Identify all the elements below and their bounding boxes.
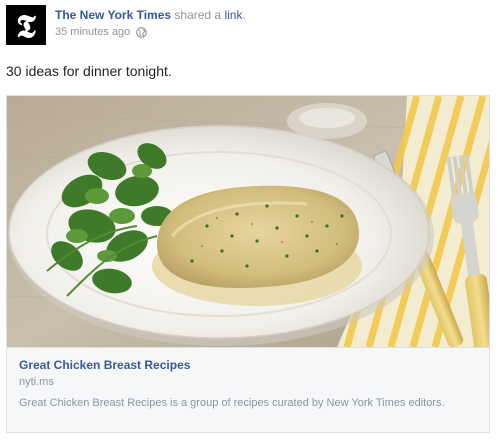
post-status-text: 30 ideas for dinner tonight. bbox=[6, 63, 172, 79]
link-card-title[interactable]: Great Chicken Breast Recipes bbox=[19, 358, 190, 372]
feed-post: 𝕿 The New York Times shared a link. 35 m… bbox=[0, 0, 501, 445]
post-timestamp[interactable]: 35 minutes ago bbox=[55, 26, 130, 38]
nyt-logo: 𝕿 bbox=[16, 7, 36, 45]
link-card-domain: nyti.ms bbox=[19, 376, 54, 388]
header-period: . bbox=[242, 8, 246, 22]
link-preview-card[interactable]: Great Chicken Breast Recipes nyti.ms Gre… bbox=[6, 95, 490, 433]
page-avatar[interactable]: 𝕿 bbox=[6, 5, 46, 45]
link-card-description: Great Chicken Breast Recipes is a group … bbox=[19, 397, 445, 409]
link-card-text[interactable]: Great Chicken Breast Recipes nyti.ms Gre… bbox=[7, 347, 489, 432]
page-name-link[interactable]: The New York Times bbox=[55, 8, 171, 22]
post-meta: 35 minutes ago bbox=[55, 26, 148, 38]
chicken-dish-image[interactable] bbox=[7, 96, 489, 347]
shared-link-word[interactable]: link bbox=[224, 8, 242, 22]
post-header: The New York Times shared a link. bbox=[55, 8, 246, 22]
shared-text: shared a bbox=[174, 8, 222, 22]
globe-icon[interactable] bbox=[136, 26, 148, 38]
